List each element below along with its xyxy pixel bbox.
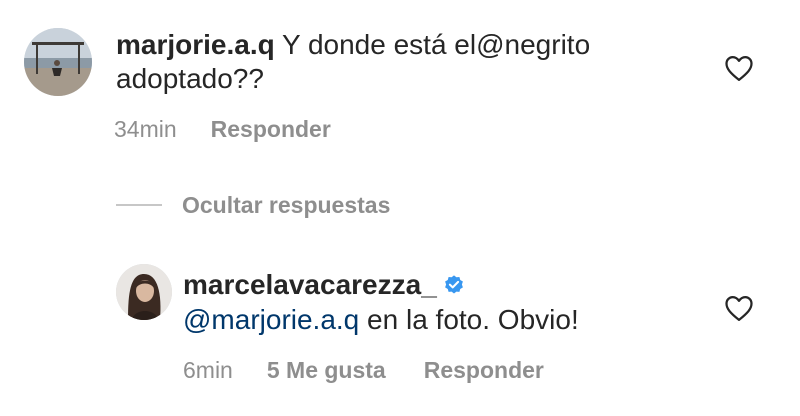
avatar-photo xyxy=(24,28,92,96)
reply-time: 6min xyxy=(183,357,233,383)
reply-button[interactable]: Responder xyxy=(211,115,331,143)
hide-replies-label[interactable]: Ocultar respuestas xyxy=(182,192,390,219)
comment-body: marjorie.a.q Y donde está el@negrito ado… xyxy=(116,28,706,96)
comment-mention[interactable]: @negrito xyxy=(476,29,590,60)
comment-text-start: Y donde está el xyxy=(282,29,477,60)
commenter-avatar[interactable] xyxy=(24,28,92,96)
reply-button[interactable]: Responder xyxy=(424,356,544,384)
comment-text-end: adoptado?? xyxy=(116,63,264,94)
avatar-photo xyxy=(116,264,172,320)
comment-time: 34min xyxy=(114,116,177,142)
comment-meta: 34min Responder xyxy=(114,115,331,143)
reply-body: @marjorie.a.q en la foto. Obvio! xyxy=(183,303,703,337)
reply-text: en la foto. Obvio! xyxy=(359,304,579,335)
heart-outline-icon[interactable] xyxy=(724,54,754,82)
reply-meta: 6min 5 Me gusta Responder xyxy=(183,356,544,384)
replies-divider xyxy=(116,204,162,206)
likes-count-button[interactable]: 5 Me gusta xyxy=(267,356,386,384)
heart-outline-icon[interactable] xyxy=(724,294,754,322)
verified-badge-icon xyxy=(444,275,463,294)
replier-avatar[interactable] xyxy=(116,264,172,320)
hide-replies-button[interactable]: Ocultar respuestas xyxy=(116,190,390,220)
reply-username[interactable]: marcelavacarezza_ xyxy=(183,269,437,300)
comment-username[interactable]: marjorie.a.q xyxy=(116,29,275,60)
reply-mention[interactable]: @marjorie.a.q xyxy=(183,304,359,335)
reply-header: marcelavacarezza_ xyxy=(183,268,703,302)
